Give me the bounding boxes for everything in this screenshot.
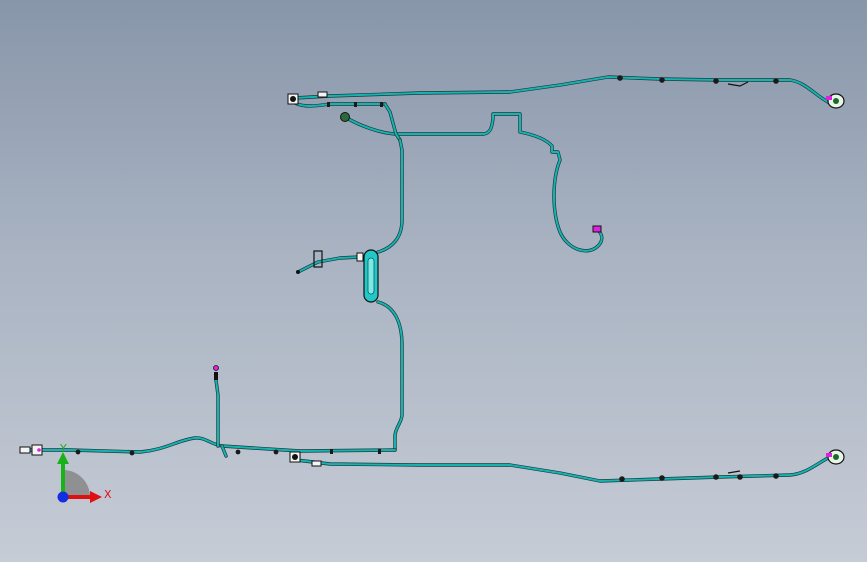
x-axis-label: X — [104, 488, 112, 501]
wire-harness-model[interactable]: .wire { fill: none; stroke: #1a3a3a; str… — [0, 0, 867, 562]
vertical-trunk — [296, 138, 404, 452]
connectors — [19, 91, 845, 467]
cad-viewport[interactable]: .wire { fill: none; stroke: #1a3a3a; str… — [0, 0, 867, 562]
top-trunk — [290, 75, 830, 108]
bottom-trunk — [26, 378, 830, 483]
y-axis-label: Y — [59, 442, 67, 455]
coordinate-triad[interactable] — [57, 452, 102, 503]
upper-branch — [343, 102, 604, 253]
harness-clips — [75, 75, 779, 482]
